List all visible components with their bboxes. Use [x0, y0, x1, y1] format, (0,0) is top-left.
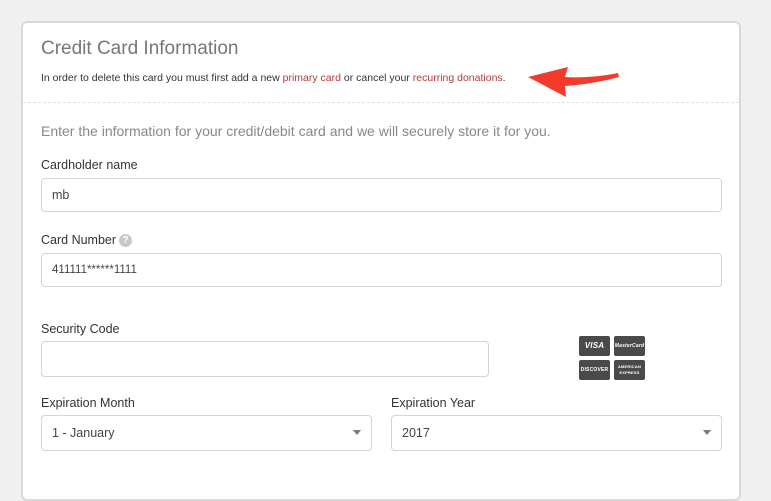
expiration-year-label: Expiration Year	[391, 396, 476, 410]
credit-card-panel: Credit Card Information In order to dele…	[21, 21, 741, 501]
expiration-year-value: 2017	[402, 426, 430, 440]
form-intro: Enter the information for your credit/de…	[41, 123, 551, 139]
expiration-month-label: Expiration Month	[41, 396, 135, 410]
security-code-label: Security Code	[41, 322, 120, 336]
visa-logo-icon: VISA	[579, 336, 610, 356]
chevron-down-icon	[353, 430, 361, 435]
discover-logo-icon: DISCOVER	[579, 360, 610, 380]
help-icon[interactable]: ?	[119, 234, 133, 247]
recurring-donations-link[interactable]: recurring donations	[413, 72, 503, 84]
primary-card-link[interactable]: primary card	[283, 72, 341, 84]
card-number-label: Card Number	[41, 233, 117, 247]
panel-header: Credit Card Information In order to dele…	[23, 23, 739, 103]
cardholder-label: Cardholder name	[41, 158, 138, 172]
security-code-input[interactable]	[41, 341, 489, 377]
amex-logo-icon: AMERICAN EXPRESS	[614, 360, 645, 380]
chevron-down-icon	[703, 430, 711, 435]
delete-card-notice: In order to delete this card you must fi…	[41, 72, 506, 84]
notice-middle: or cancel your	[340, 72, 413, 84]
notice-prefix: In order to delete this card you must fi…	[41, 72, 283, 84]
mastercard-logo-icon: MasterCard	[614, 336, 645, 356]
card-number-label-row: Card Number?	[41, 233, 133, 247]
expiration-year-select[interactable]: 2017	[391, 415, 722, 451]
red-arrow-icon	[528, 67, 619, 97]
expiration-month-value: 1 - January	[52, 426, 115, 440]
card-number-input[interactable]: 411111******1111	[41, 253, 722, 287]
expiration-month-select[interactable]: 1 - January	[41, 415, 372, 451]
cardholder-name-input[interactable]: mb	[41, 178, 722, 212]
page-title: Credit Card Information	[41, 38, 239, 59]
notice-suffix: .	[502, 72, 506, 84]
